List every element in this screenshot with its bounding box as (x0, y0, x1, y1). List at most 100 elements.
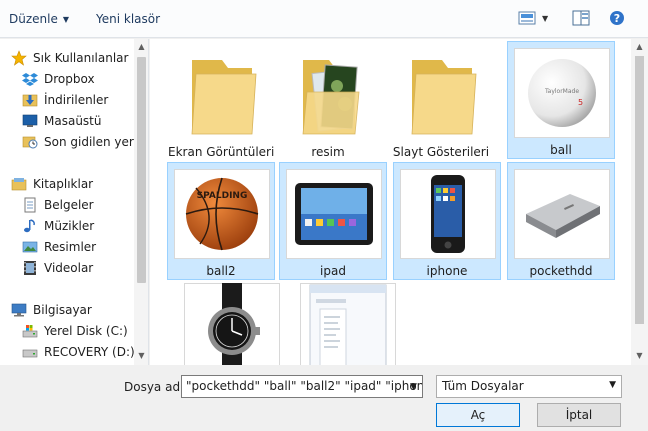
view-icon (518, 11, 536, 25)
file-list-scrollbar[interactable]: ▲ ▼ (631, 39, 648, 365)
nav-videos[interactable]: Videolar (22, 258, 148, 278)
organize-button[interactable]: Düzenle ▼ (9, 12, 69, 26)
file-item-ball[interactable]: TaylorMade 5 ball (507, 41, 615, 159)
chevron-down-icon: ▼ (609, 380, 616, 390)
svg-text:SPALDING: SPALDING (197, 191, 248, 201)
drive-icon (22, 349, 38, 358)
file-item-screenshot[interactable] (293, 276, 401, 365)
cancel-label: İptal (565, 408, 593, 422)
navigation-pane: Sık Kullanılanlar Dropbox İndirilenler M… (0, 39, 149, 365)
nav-downloads[interactable]: İndirilenler (22, 90, 148, 110)
nav-libraries[interactable]: Kitaplıklar (11, 174, 147, 194)
nav-label: Resimler (44, 240, 97, 254)
nav-label: Videolar (44, 261, 94, 275)
file-item-resim[interactable]: resim (274, 43, 382, 161)
file-name: resim (311, 145, 345, 159)
scroll-up-icon[interactable]: ▲ (634, 42, 645, 52)
filename-label: Dosya adı: (124, 380, 188, 394)
help-button[interactable]: ? (609, 10, 625, 26)
nav-recovery-d[interactable]: RECOVERY (D:) (22, 342, 148, 362)
nav-label: Masaüstü (44, 114, 102, 128)
photo-folder-icon (281, 50, 377, 140)
nav-label: Müzikler (44, 219, 95, 233)
svg-text:TaylorMade: TaylorMade (544, 88, 579, 95)
hdd-thumbnail (514, 169, 610, 259)
recent-places-icon (22, 136, 38, 149)
view-dropdown-icon: ▼ (542, 13, 549, 23)
star-icon (11, 50, 27, 66)
file-name: Ekran Görüntüleri (168, 145, 275, 159)
file-name: ball (550, 143, 572, 157)
libraries-icon (11, 178, 27, 191)
file-list: Ekran Görüntüleri resim Slayt Gösteriler… (150, 39, 648, 365)
nav-label: Kitaplıklar (33, 177, 94, 191)
file-type-value: Tüm Dosyalar (442, 379, 524, 393)
file-item-watch[interactable] (177, 276, 285, 365)
file-name: Slayt Gösterileri (392, 145, 490, 159)
basketball-thumbnail: SPALDING (174, 169, 270, 259)
nav-documents[interactable]: Belgeler (22, 195, 148, 215)
file-item-ipad[interactable]: ipad (279, 162, 387, 280)
filename-value: "pockethdd" "ball" "ball2" "ipad" "iphon… (186, 379, 423, 393)
nav-label: Dropbox (44, 72, 95, 86)
nav-local-disk-c[interactable]: Yerel Disk (C:) (22, 321, 148, 341)
filename-input[interactable]: "pockethdd" "ball" "ball2" "ipad" "iphon… (181, 375, 423, 398)
pictures-icon (22, 241, 38, 253)
scroll-down-icon[interactable]: ▼ (136, 351, 147, 361)
nav-pictures[interactable]: Resimler (22, 237, 148, 257)
nav-label: Bilgisayar (33, 303, 92, 317)
open-label: Aç (470, 408, 486, 422)
help-icon: ? (610, 11, 624, 25)
phone-thumbnail (400, 169, 496, 259)
dropbox-icon (22, 73, 38, 86)
file-item-ekran-goruntuleri[interactable]: Ekran Görüntüleri (167, 43, 275, 161)
drive-icon (22, 325, 38, 338)
nav-dropbox[interactable]: Dropbox (22, 69, 148, 89)
preview-pane-icon (572, 10, 590, 26)
organize-label: Düzenle (9, 12, 58, 26)
tablet-thumbnail (286, 169, 382, 259)
sidebar-scroll-thumb[interactable] (137, 57, 146, 283)
nav-label: İndirilenler (44, 93, 109, 107)
file-list-scroll-thumb[interactable] (635, 56, 644, 324)
nav-recent-places[interactable]: Son gidilen yerler (22, 132, 148, 152)
chevron-down-icon: ▼ (62, 14, 70, 24)
scroll-down-icon[interactable]: ▼ (634, 351, 645, 361)
new-folder-button[interactable]: Yeni klasör (96, 12, 160, 26)
computer-icon (11, 303, 27, 317)
screenshot-thumbnail (300, 283, 396, 365)
file-item-pockethdd[interactable]: pockethdd (507, 162, 615, 280)
scroll-up-icon[interactable]: ▲ (136, 42, 147, 52)
nav-computer[interactable]: Bilgisayar (11, 300, 147, 320)
file-item-iphone[interactable]: iphone (393, 162, 501, 280)
file-name: iphone (426, 264, 468, 278)
music-icon (24, 219, 35, 233)
sidebar-scrollbar[interactable]: ▲ ▼ (134, 39, 148, 365)
new-folder-label: Yeni klasör (96, 12, 161, 26)
file-item-ball2[interactable]: SPALDING ball2 (167, 162, 275, 280)
open-button[interactable]: Aç (436, 403, 520, 427)
downloads-icon (22, 94, 38, 107)
file-type-select[interactable]: Tüm Dosyalar ▼ (436, 375, 622, 398)
nav-music[interactable]: Müzikler (22, 216, 148, 236)
view-options-button[interactable]: ▼ (518, 10, 548, 26)
file-item-slayt-gosterileri[interactable]: Slayt Gösterileri (387, 43, 495, 161)
watch-thumbnail (184, 283, 280, 365)
preview-pane-button[interactable] (572, 10, 590, 26)
cancel-button[interactable]: İptal (537, 403, 621, 427)
golf-ball-thumbnail: TaylorMade 5 (514, 48, 610, 138)
chevron-down-icon[interactable]: ▼ (405, 376, 422, 397)
nav-label: RECOVERY (D:) (44, 345, 135, 359)
file-name: pockethdd (529, 264, 593, 278)
nav-favorites[interactable]: Sık Kullanılanlar (11, 48, 147, 68)
toolbar: Düzenle ▼ Yeni klasör ▼ ? (0, 0, 648, 38)
dialog-footer: Dosya adı: "pockethdd" "ball" "ball2" "i… (0, 365, 648, 431)
videos-icon (24, 261, 36, 275)
folder-icon (394, 50, 490, 140)
desktop-icon (22, 114, 38, 127)
svg-text:?: ? (614, 12, 620, 25)
nav-desktop[interactable]: Masaüstü (22, 111, 148, 131)
nav-label: Yerel Disk (C:) (44, 324, 128, 338)
documents-icon (24, 197, 36, 213)
folder-icon (174, 50, 270, 140)
